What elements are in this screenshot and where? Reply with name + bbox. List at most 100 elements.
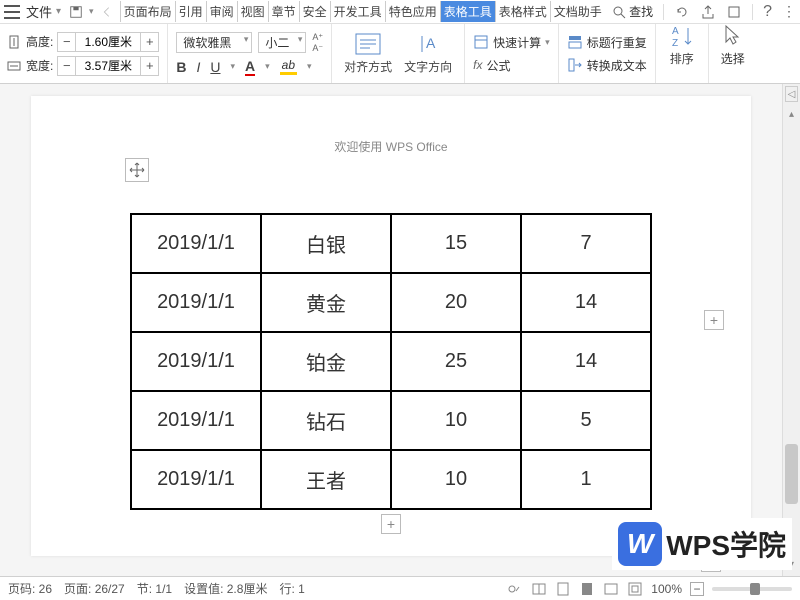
undo-icon[interactable]: [674, 4, 690, 20]
search-button[interactable]: 查找: [611, 3, 653, 20]
table-row[interactable]: 2019/1/1黄金2014: [131, 273, 651, 332]
status-row[interactable]: 行: 1: [279, 580, 304, 597]
height-plus[interactable]: +: [140, 33, 158, 51]
tab-dev-tools[interactable]: 开发工具: [330, 1, 385, 22]
table-move-handle[interactable]: [125, 158, 149, 182]
add-column-button[interactable]: +: [704, 310, 724, 330]
tab-review[interactable]: 审阅: [206, 1, 237, 22]
table-cell[interactable]: 2019/1/1: [131, 391, 261, 450]
add-row-button[interactable]: +: [381, 514, 401, 534]
tab-view[interactable]: 视图: [237, 1, 268, 22]
scroll-up-icon[interactable]: ▴: [783, 106, 800, 122]
table-row[interactable]: 2019/1/1铂金2514: [131, 332, 651, 391]
web-layout-icon[interactable]: [579, 581, 595, 597]
save-icon[interactable]: [69, 5, 83, 19]
width-input[interactable]: [76, 57, 140, 75]
bold-button[interactable]: B: [176, 59, 186, 75]
reading-view-icon[interactable]: [531, 581, 547, 597]
zoom-knob[interactable]: [750, 583, 760, 595]
tab-special[interactable]: 特色应用: [385, 1, 440, 22]
width-plus[interactable]: +: [140, 57, 158, 75]
zoom-slider[interactable]: [712, 587, 792, 591]
formula-button[interactable]: fx 公式: [473, 57, 550, 74]
table-cell[interactable]: 黄金: [261, 273, 391, 332]
scroll-thumb[interactable]: [785, 444, 798, 504]
font-name-select[interactable]: 微软雅黑: [176, 32, 252, 53]
file-menu[interactable]: 文件: [26, 2, 52, 21]
text-direction-button[interactable]: A 文字方向: [400, 32, 456, 75]
outline-view-icon[interactable]: [603, 581, 619, 597]
chevron-down-icon[interactable]: ▾: [307, 61, 312, 72]
width-minus[interactable]: −: [58, 57, 76, 75]
select-button[interactable]: 选择: [717, 24, 745, 83]
font-size-select[interactable]: 小二: [258, 32, 306, 53]
height-minus[interactable]: −: [58, 33, 76, 51]
chevron-down-icon[interactable]: ▾: [265, 61, 270, 72]
table-cell[interactable]: 14: [521, 273, 651, 332]
table-cell[interactable]: 钻石: [261, 391, 391, 450]
table-cell[interactable]: 10: [391, 391, 521, 450]
menu-icon[interactable]: [4, 5, 20, 19]
tab-table-style[interactable]: 表格样式: [495, 1, 550, 22]
table-row[interactable]: 2019/1/1白银157: [131, 214, 651, 273]
zoom-value[interactable]: 100%: [651, 582, 682, 596]
table-cell[interactable]: 2019/1/1: [131, 332, 261, 391]
height-stepper[interactable]: − +: [57, 32, 159, 52]
table-cell[interactable]: 25: [391, 332, 521, 391]
status-page[interactable]: 页面: 26/27: [64, 580, 125, 597]
table-cell[interactable]: 5: [521, 391, 651, 450]
chevron-down-icon[interactable]: ▾: [89, 6, 94, 17]
help-icon[interactable]: ?: [763, 3, 772, 21]
settings-icon[interactable]: [726, 4, 742, 20]
table-row[interactable]: 2019/1/1钻石105: [131, 391, 651, 450]
tab-chapter[interactable]: 章节: [268, 1, 299, 22]
font-color-button[interactable]: A: [245, 58, 255, 76]
status-section[interactable]: 节: 1/1: [137, 580, 172, 597]
vertical-scrollbar[interactable]: ◁ ▴ ▾: [782, 84, 800, 576]
tab-page-layout[interactable]: 页面布局: [120, 1, 175, 22]
data-table[interactable]: 2019/1/1白银1572019/1/1黄金20142019/1/1铂金251…: [130, 213, 652, 510]
share-icon[interactable]: [700, 4, 716, 20]
table-cell[interactable]: 1: [521, 450, 651, 509]
table-cell[interactable]: 7: [521, 214, 651, 273]
width-stepper[interactable]: − +: [57, 56, 159, 76]
tab-doc-helper[interactable]: 文档助手: [550, 1, 605, 22]
table-cell[interactable]: 铂金: [261, 332, 391, 391]
table-cell[interactable]: 20: [391, 273, 521, 332]
chevron-down-icon[interactable]: ▾: [230, 61, 235, 72]
table-row[interactable]: 2019/1/1王者101: [131, 450, 651, 509]
table-cell[interactable]: 14: [521, 332, 651, 391]
chevron-down-icon[interactable]: ▾: [56, 6, 61, 17]
header-repeat-button[interactable]: 标题行重复: [567, 34, 647, 51]
italic-button[interactable]: I: [196, 59, 200, 75]
underline-button[interactable]: U: [210, 59, 220, 75]
table-cell[interactable]: 白银: [261, 214, 391, 273]
table-cell[interactable]: 10: [391, 450, 521, 509]
caret-left-icon[interactable]: [100, 5, 114, 19]
font-increase-icon[interactable]: A⁺: [312, 32, 323, 43]
table-cell[interactable]: 王者: [261, 450, 391, 509]
quick-calc-button[interactable]: 快速计算 ▾: [473, 34, 550, 51]
table-cell[interactable]: 2019/1/1: [131, 450, 261, 509]
tab-security[interactable]: 安全: [299, 1, 330, 22]
print-layout-icon[interactable]: [555, 581, 571, 597]
align-button[interactable]: 对齐方式: [340, 32, 396, 75]
table-cell[interactable]: 15: [391, 214, 521, 273]
highlight-button[interactable]: ab: [280, 58, 297, 75]
sort-button[interactable]: AZ 排序: [664, 24, 700, 83]
status-page-no[interactable]: 页码: 26: [8, 580, 52, 597]
status-indent[interactable]: 设置值: 2.8厘米: [184, 580, 267, 597]
tab-table-tools[interactable]: 表格工具: [440, 1, 495, 22]
font-decrease-icon[interactable]: A⁻: [312, 43, 323, 54]
table-cell[interactable]: 2019/1/1: [131, 273, 261, 332]
tab-references[interactable]: 引用: [175, 1, 206, 22]
page[interactable]: 欢迎使用 WPS Office 2019/1/1白银1572019/1/1黄金2…: [31, 96, 751, 556]
spellcheck-icon[interactable]: [507, 581, 523, 597]
height-input[interactable]: [76, 33, 140, 51]
table-cell[interactable]: 2019/1/1: [131, 214, 261, 273]
more-icon[interactable]: ⋮: [782, 3, 796, 20]
sidebar-toggle-icon[interactable]: ◁: [785, 86, 798, 102]
zoom-out-button[interactable]: −: [690, 582, 704, 596]
to-text-button[interactable]: 转换成文本: [567, 57, 647, 74]
fullscreen-icon[interactable]: [627, 581, 643, 597]
